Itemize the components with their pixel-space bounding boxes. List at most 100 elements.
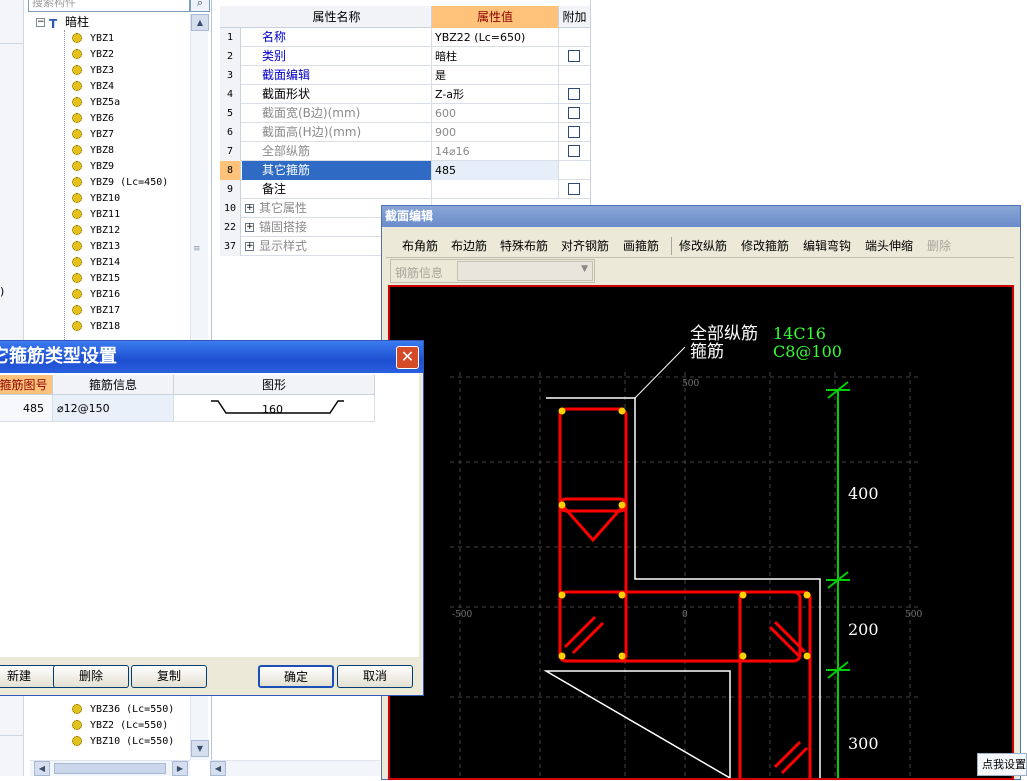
scroll-up-icon[interactable]: ▲: [191, 14, 209, 31]
extra-checkbox[interactable]: [568, 126, 580, 138]
toolbar-button[interactable]: 特殊布筋: [500, 236, 548, 256]
settings-tip-button[interactable]: 点我设置: [977, 753, 1027, 776]
copy-button[interactable]: 复制: [131, 665, 207, 688]
expand-icon[interactable]: +: [245, 242, 254, 251]
tree-horizontal-scrollbar[interactable]: ◀ ▶: [30, 760, 190, 776]
property-value[interactable]: 是: [432, 66, 559, 85]
extra-checkbox[interactable]: [568, 88, 580, 100]
property-row[interactable]: 8 其它箍筋 485: [220, 161, 590, 180]
toolbar-button[interactable]: 修改纵筋: [679, 236, 727, 256]
property-value[interactable]: 14⌀16: [432, 142, 559, 161]
tree-item[interactable]: YBZ15: [72, 271, 120, 287]
cell-stirrup-info[interactable]: ⌀12@150: [53, 395, 174, 422]
property-name-cell[interactable]: 截面形状: [242, 85, 432, 104]
tree-item[interactable]: YBZ11: [72, 207, 120, 223]
scroll-right-icon[interactable]: ▶: [172, 761, 188, 776]
rebar-info-select[interactable]: ▼: [457, 261, 593, 281]
tree-item[interactable]: YBZ12: [72, 223, 120, 239]
row-number: 6: [220, 123, 241, 142]
expand-icon[interactable]: +: [245, 204, 254, 213]
property-row[interactable]: 6 截面高(H边)(mm) 900: [220, 123, 590, 142]
toolbar-separator: [671, 237, 672, 255]
tree-item[interactable]: YBZ5a: [72, 95, 120, 111]
extra-checkbox[interactable]: [568, 107, 580, 119]
expand-icon[interactable]: +: [245, 223, 254, 232]
tree-item[interactable]: YBZ3: [72, 63, 114, 79]
tree-item[interactable]: YBZ4: [72, 79, 114, 95]
property-name-cell[interactable]: 其它箍筋: [242, 161, 432, 180]
left-strip-divider-bottom: [0, 735, 24, 761]
property-value[interactable]: YBZ22 (Lc=650): [432, 28, 559, 47]
tree-vertical-scrollbar[interactable]: ▲ ≡: [190, 14, 209, 340]
property-value[interactable]: 暗柱: [432, 47, 559, 66]
tree-item[interactable]: YBZ9 (Lc=450): [72, 175, 168, 191]
tree-item[interactable]: YBZ7: [72, 127, 114, 143]
new-button[interactable]: 新建: [0, 665, 57, 688]
annot-label-stirrup: 箍筋: [690, 342, 724, 362]
tree-item[interactable]: YBZ1: [72, 31, 114, 47]
property-value[interactable]: Z-a形: [432, 85, 559, 104]
cancel-button[interactable]: 取消: [337, 665, 413, 688]
toolbar-button[interactable]: 布边筋: [451, 236, 487, 256]
search-icon[interactable]: ⌕: [190, 0, 210, 12]
toolbar-button[interactable]: 画箍筋: [623, 236, 659, 256]
scroll-left-icon[interactable]: ◀: [210, 761, 226, 776]
annot-value-stirrup: C8@100: [773, 342, 842, 361]
delete-button[interactable]: 删除: [53, 665, 129, 688]
property-row[interactable]: 1 名称 YBZ22 (Lc=650): [220, 28, 590, 47]
property-name-cell[interactable]: 类别: [242, 47, 432, 66]
extra-checkbox[interactable]: [568, 145, 580, 157]
property-value[interactable]: 485: [432, 161, 559, 180]
tree-item[interactable]: YBZ16: [72, 287, 120, 303]
property-row[interactable]: 3 截面编辑 是: [220, 66, 590, 85]
tree-item[interactable]: YBZ2: [72, 47, 114, 63]
tree-item[interactable]: YBZ9: [72, 159, 114, 175]
tree-item[interactable]: YBZ13: [72, 239, 120, 255]
tree-item[interactable]: YBZ6: [72, 111, 114, 127]
property-name-cell[interactable]: 名称: [242, 28, 432, 47]
tree-item[interactable]: YBZ2 (Lc=550): [72, 718, 168, 734]
toolbar-button[interactable]: 对齐钢筋: [561, 236, 609, 256]
tree-item[interactable]: YBZ36 (Lc=550): [72, 702, 174, 718]
tree-root-anzhu[interactable]: − T 暗柱: [36, 14, 89, 31]
toolbar-button[interactable]: 布角筋: [402, 236, 438, 256]
property-name-cell[interactable]: 全部纵筋: [242, 142, 432, 161]
tree-item[interactable]: YBZ14: [72, 255, 120, 271]
toolbar-button[interactable]: 端头伸缩: [865, 236, 913, 256]
tree-item[interactable]: YBZ8: [72, 143, 114, 159]
property-row[interactable]: 5 截面宽(B边)(mm) 600: [220, 104, 590, 123]
tree-item[interactable]: YBZ10: [72, 191, 120, 207]
scroll-thumb[interactable]: [54, 763, 166, 774]
property-name-cell[interactable]: 备注: [242, 180, 432, 199]
property-name-cell[interactable]: 截面编辑: [242, 66, 432, 85]
toolbar-button[interactable]: 修改箍筋: [741, 236, 789, 256]
search-input[interactable]: 搜索构件: [28, 0, 190, 12]
property-row[interactable]: 4 截面形状 Z-a形: [220, 85, 590, 104]
toolbar-button[interactable]: 删除: [927, 236, 951, 256]
scroll-down-icon[interactable]: ▼: [191, 740, 209, 757]
cell-shape[interactable]: 160: [174, 395, 375, 422]
property-name-cell[interactable]: 截面宽(B边)(mm): [242, 104, 432, 123]
property-row[interactable]: 9 备注: [220, 180, 590, 199]
grid-horizontal-scrollbar[interactable]: ◀: [210, 760, 380, 776]
property-row[interactable]: 2 类别 暗柱: [220, 47, 590, 66]
collapse-icon[interactable]: −: [36, 18, 45, 27]
ok-button[interactable]: 确定: [258, 665, 334, 688]
tree-vertical-scrollbar-lower[interactable]: ▼: [190, 690, 209, 760]
cell-stirrup-code[interactable]: 485: [0, 395, 53, 422]
section-canvas[interactable]: 全部纵筋 箍筋 14C16 C8@100 400 200 300 500 -500 0 500: [388, 285, 1014, 781]
property-name-cell[interactable]: 截面高(H边)(mm): [242, 123, 432, 142]
extra-checkbox[interactable]: [568, 50, 580, 62]
toolbar-button[interactable]: 编辑弯钩: [803, 236, 851, 256]
property-value[interactable]: [432, 180, 559, 199]
close-icon[interactable]: ✕: [396, 346, 419, 369]
property-value[interactable]: 900: [432, 123, 559, 142]
tree-item[interactable]: YBZ18: [72, 319, 120, 335]
tree-item[interactable]: YBZ17: [72, 303, 120, 319]
section-editor-toolbar: 布角筋 布边筋 特殊布筋 对齐钢筋 画箍筋 修改纵筋 修改箍筋 编辑弯钩 端头伸缩 删除: [386, 233, 1014, 258]
property-row[interactable]: 7 全部纵筋 14⌀16: [220, 142, 590, 161]
tree-item[interactable]: YBZ10 (Lc=550): [72, 734, 174, 750]
extra-checkbox[interactable]: [568, 183, 580, 195]
scroll-left-icon[interactable]: ◀: [34, 761, 50, 776]
property-value[interactable]: 600: [432, 104, 559, 123]
